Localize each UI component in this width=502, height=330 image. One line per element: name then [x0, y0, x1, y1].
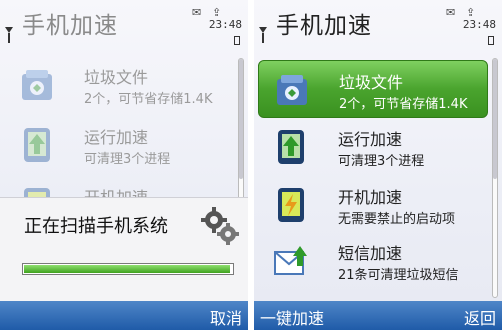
cancel-button[interactable]: 取消	[210, 305, 242, 329]
gears-icon	[201, 207, 239, 245]
scrollbar-thumb[interactable]	[493, 59, 497, 179]
battery-icon	[488, 36, 494, 45]
envelope-status-icon: ✉	[192, 6, 202, 19]
scan-status-text: 正在扫描手机系统	[24, 216, 168, 237]
clock: 23:48	[208, 18, 242, 31]
status-area: ✉ ⇪ 23:48	[182, 4, 242, 45]
envelope-status-icon: ✉	[446, 6, 456, 19]
item-desc: 可清理3个进程	[338, 154, 425, 169]
right-screen: 手机加速 ✉ ⇪ 23:48 垃圾文件 2个，可节省存储1.4K 运行加速 可清…	[254, 0, 502, 330]
up-arrow-phone-icon	[24, 128, 50, 162]
trash-file-icon	[277, 75, 307, 105]
list-item-run-boost[interactable]: 运行加速 可清理3个进程	[258, 118, 488, 176]
item-name: 垃圾文件	[339, 73, 404, 92]
signal-antenna-icon	[5, 27, 13, 43]
list-item-sms-boost[interactable]: 短信加速 21条可清理垃圾短信	[258, 232, 488, 290]
scan-progress-bar	[22, 263, 234, 275]
left-screen: 手机加速 ✉ ⇪ 23:48 垃圾文件 2个，可节省存储1.4K 运行加速 可清…	[0, 0, 248, 330]
progress-fill	[24, 265, 230, 273]
item-name: 运行加速	[338, 130, 403, 149]
one-key-boost-button[interactable]: 一键加速	[260, 305, 324, 329]
signal-antenna-icon	[259, 27, 267, 43]
item-name: 短信加速	[338, 244, 403, 263]
list-item-boot-boost[interactable]: 开机加速 无需要禁止的启动项	[258, 176, 488, 234]
status-area: ✉ ⇪ 23:48	[436, 4, 496, 45]
trash-file-icon	[22, 70, 52, 100]
back-button[interactable]: 返回	[464, 305, 496, 329]
page-title: 手机加速	[276, 13, 372, 39]
item-desc: 可清理3个进程	[84, 152, 171, 167]
item-desc: 无需要禁止的启动项	[338, 212, 456, 227]
scrollbar-thumb[interactable]	[239, 59, 243, 179]
softkey-bar: 一键加速 返回	[254, 301, 502, 330]
list-item-junk-files[interactable]: 垃圾文件 2个，可节省存储1.4K	[4, 56, 234, 114]
page-title: 手机加速	[22, 13, 118, 39]
list-item-junk-files[interactable]: 垃圾文件 2个，可节省存储1.4K	[258, 60, 488, 118]
item-name: 垃圾文件	[84, 68, 149, 87]
clock: 23:48	[462, 18, 496, 31]
item-name: 开机加速	[338, 188, 403, 207]
power-phone-icon	[278, 188, 304, 222]
header: 手机加速 ✉ ⇪ 23:48	[254, 0, 502, 46]
list-item-run-boost[interactable]: 运行加速 可清理3个进程	[4, 116, 234, 174]
item-desc: 21条可清理垃圾短信	[338, 268, 459, 283]
item-desc: 2个，可节省存储1.4K	[339, 97, 468, 112]
softkey-bar: 取消	[0, 301, 248, 330]
header: 手机加速 ✉ ⇪ 23:48	[0, 0, 248, 46]
battery-icon	[234, 36, 240, 45]
scan-dialog: 正在扫描手机系统	[0, 197, 248, 301]
scrollbar[interactable]	[492, 58, 498, 298]
item-desc: 2个，可节省存储1.4K	[84, 92, 213, 107]
item-name: 运行加速	[84, 128, 149, 147]
envelope-arrow-icon	[274, 246, 307, 275]
up-arrow-phone-icon	[278, 130, 304, 164]
